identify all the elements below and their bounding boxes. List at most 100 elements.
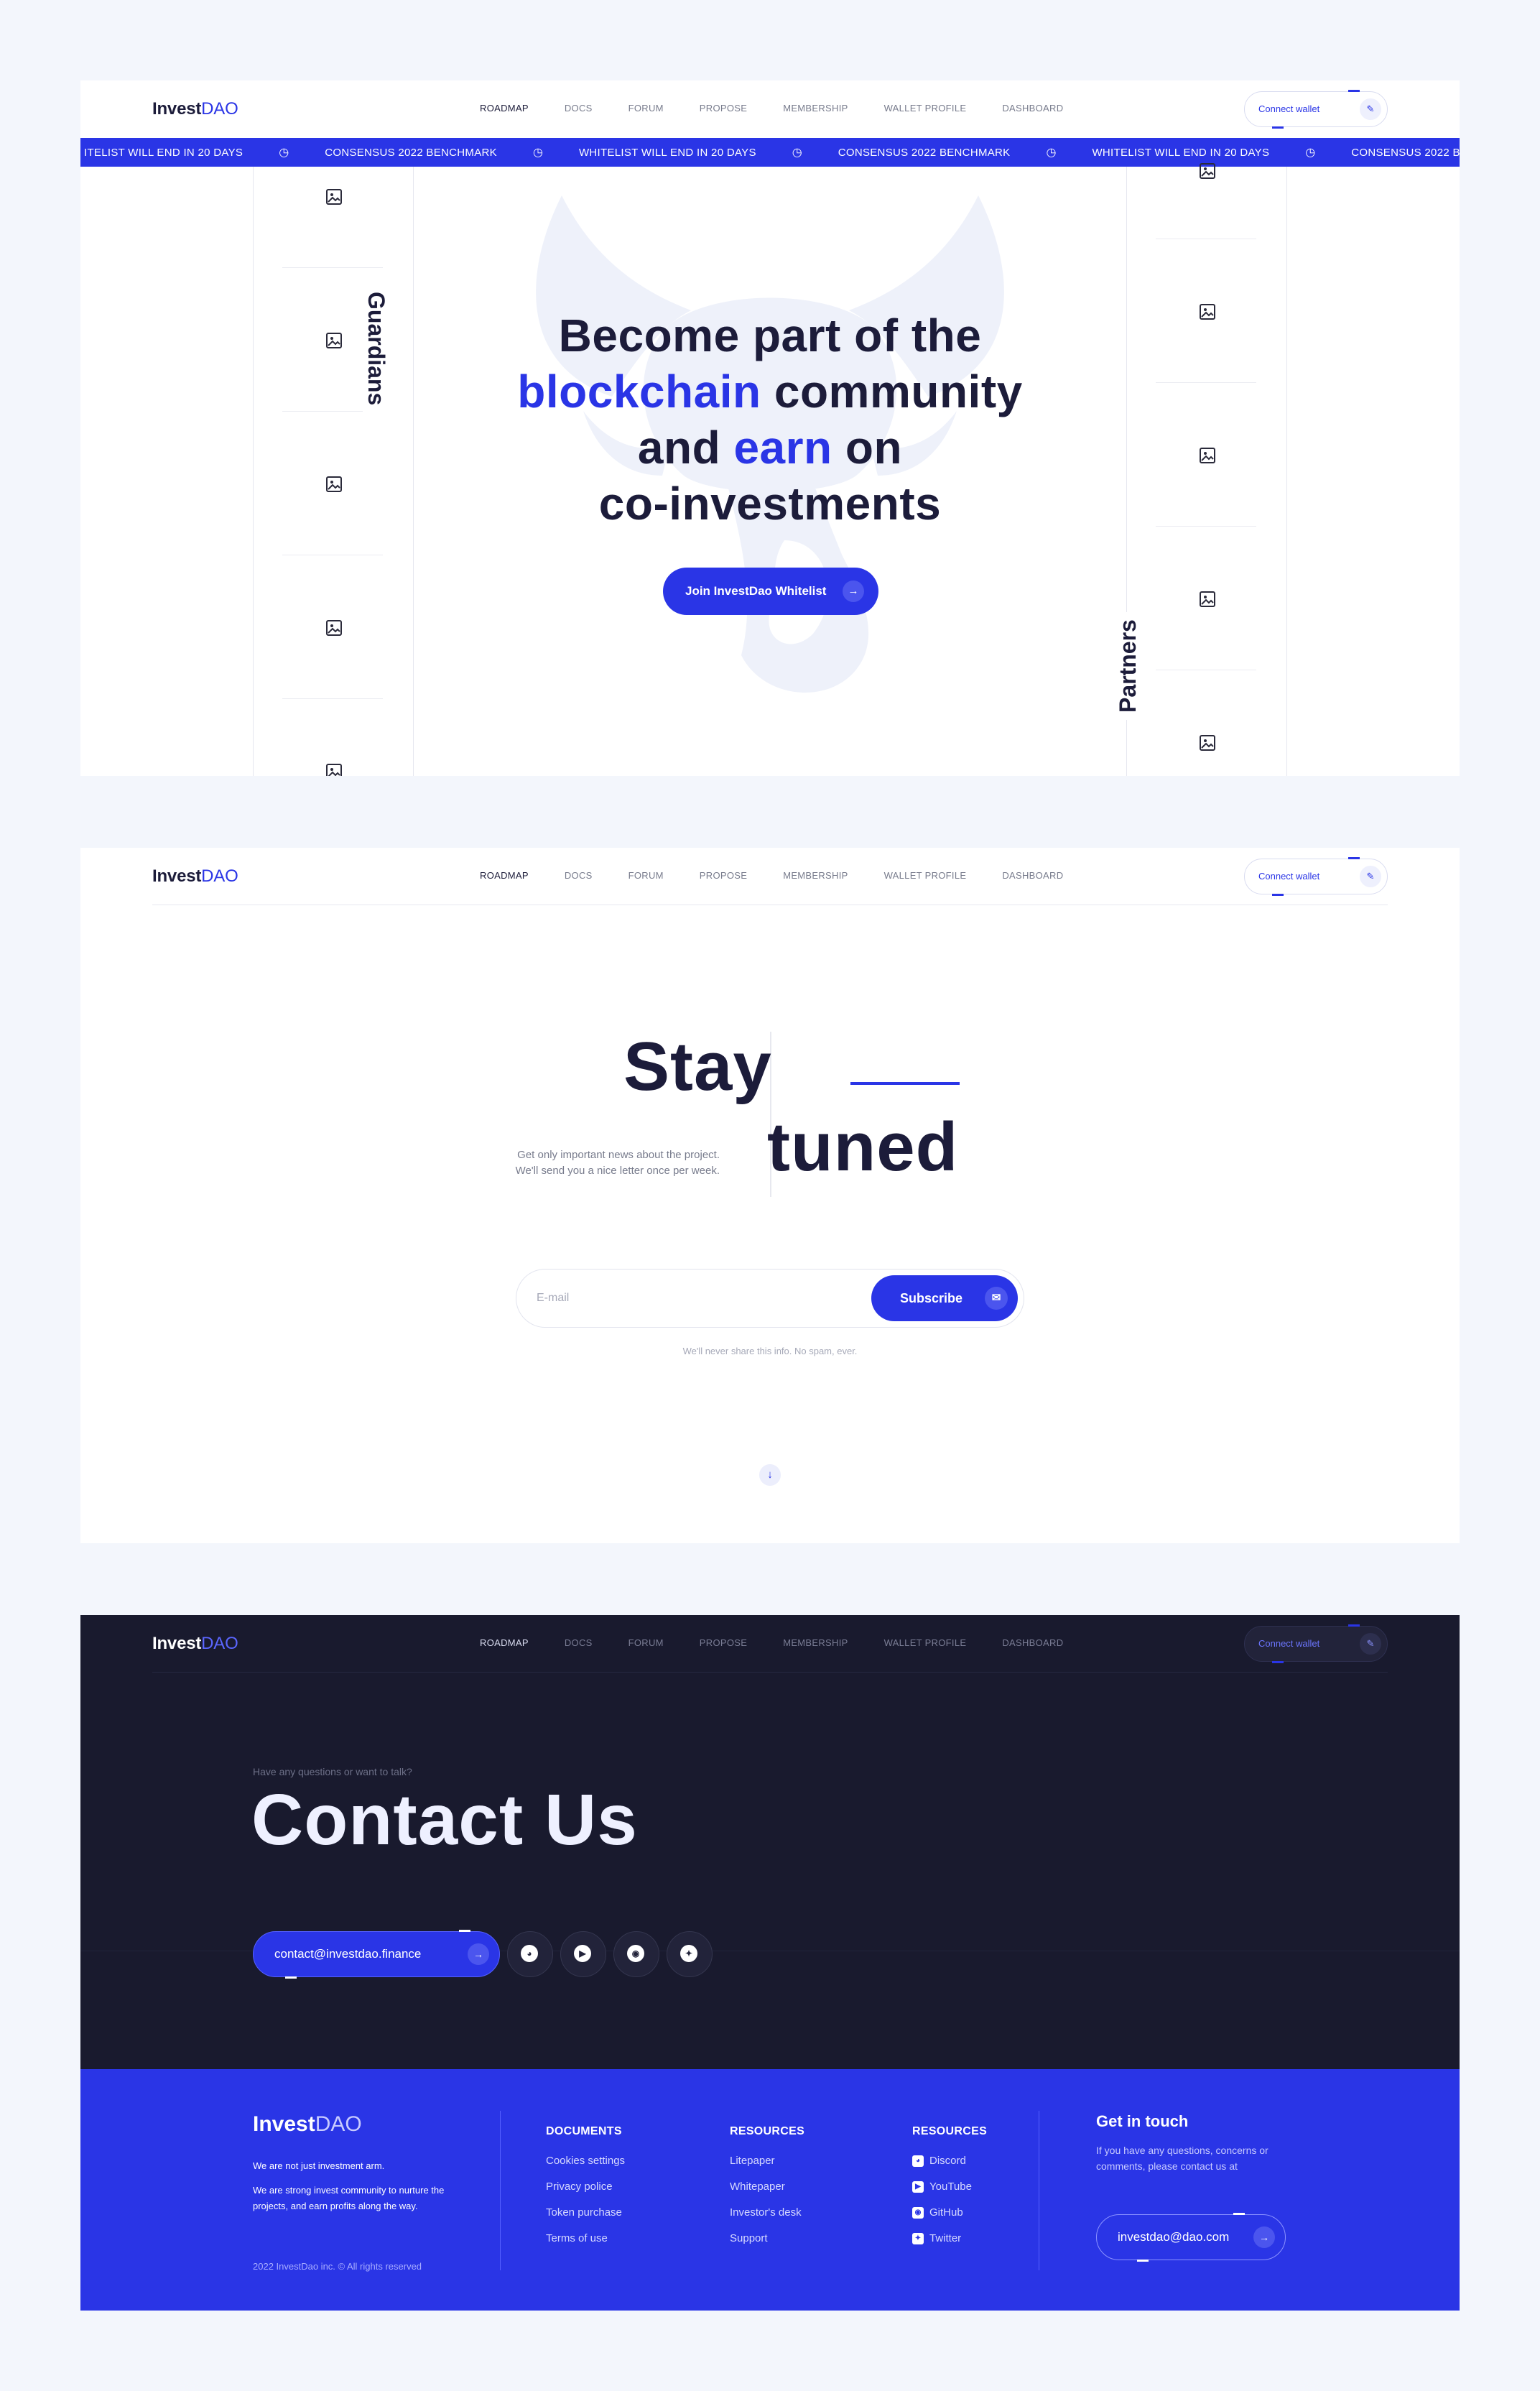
footer-email-button[interactable]: investdao@dao.com → [1096,2213,1286,2262]
footer-youtube-link[interactable]: ▶ YouTube [912,2174,987,2200]
image-placeholder-icon [1200,735,1215,751]
youtube-button[interactable]: ▶ [560,1931,606,1977]
hero-title: Become part of the blockchain community … [517,310,1023,529]
footer-tagline-1: We are not just investment arm. [253,2160,385,2171]
logo[interactable]: InvestDAO [152,1634,238,1654]
footer-divider [500,2111,501,2270]
newsletter-frame: InvestDAO ROADMAP DOCS FORUM PROPOSE MEM… [80,848,1460,1543]
accent-line [850,1082,960,1085]
footer-documents-column: DOCUMENTS Cookies settings Privacy polic… [546,2125,625,2252]
pen-icon: ✎ [1360,866,1381,887]
github-button[interactable]: ◉ [613,1931,659,1977]
contact-kicker: Have any questions or want to talk? [253,1766,412,1777]
image-placeholder-icon [326,189,342,205]
twitter-button[interactable]: ✦ [667,1931,713,1977]
guardians-column [253,167,414,776]
contact-email-label: contact@investdao.finance [274,1947,422,1961]
logo[interactable]: InvestDAO [152,866,238,887]
image-placeholder-icon [326,620,342,636]
top-nav: InvestDAO ROADMAP DOCS FORUM PROPOSE MEM… [80,848,1460,905]
nav-docs[interactable]: DOCS [565,103,593,114]
image-placeholder-icon [1200,304,1215,320]
footer-link[interactable]: Support [730,2226,804,2252]
nav-wallet-profile[interactable]: WALLET PROFILE [884,870,967,881]
scroll-down-icon[interactable]: ↓ [759,1464,781,1486]
connect-wallet-button[interactable]: Connect wallet ✎ [1244,1624,1388,1663]
twitter-icon: ✦ [680,1945,697,1962]
pen-icon: ✎ [1360,1633,1381,1655]
partners-column [1126,163,1287,776]
contact-email-button[interactable]: contact@investdao.finance → [253,1930,500,1979]
image-placeholder-icon [326,764,342,776]
connect-wallet-label: Connect wallet [1258,103,1320,114]
nav-propose[interactable]: PROPOSE [700,103,747,114]
nav-membership[interactable]: MEMBERSHIP [783,103,848,114]
arrow-right-icon: → [843,581,864,602]
subscribe-button[interactable]: Subscribe ✉ [871,1275,1018,1321]
timer-icon: ◷ [279,147,289,159]
footer-link[interactable]: Terms of use [546,2226,625,2252]
nav-roadmap[interactable]: ROADMAP [480,870,529,881]
get-in-touch-text: If you have any questions, concerns or c… [1096,2145,1268,2172]
github-icon: ◉ [627,1945,644,1962]
footer-link[interactable]: Investor's desk [730,2200,804,2226]
ticker-item: ITELIST WILL END IN 20 DAYS [84,146,243,159]
guardians-label: Guardians [363,285,389,413]
privacy-note: We'll never share this info. No spam, ev… [682,1346,858,1356]
discord-button[interactable]: ◕ [507,1931,553,1977]
connect-wallet-button[interactable]: Connect wallet ✎ [1244,857,1388,896]
logo[interactable]: InvestDAO [152,99,238,119]
nav-roadmap[interactable]: ROADMAP [480,103,529,114]
footer-link[interactable]: Litepaper [730,2148,804,2174]
image-placeholder-icon [326,476,342,492]
nav-forum[interactable]: FORUM [628,870,664,881]
nav-divider [152,1672,1388,1673]
footer-logo[interactable]: InvestDAO [253,2112,362,2137]
subscribe-label: Subscribe [900,1291,963,1305]
nav-docs[interactable]: DOCS [565,1637,593,1648]
nav-roadmap[interactable]: ROADMAP [480,1637,529,1648]
footer-link[interactable]: Cookies settings [546,2148,625,2174]
image-placeholder-icon [1200,591,1215,607]
nav-membership[interactable]: MEMBERSHIP [783,1637,848,1648]
footer-github-link[interactable]: ◉ GitHub [912,2200,987,2226]
top-nav: InvestDAO ROADMAP DOCS FORUM PROPOSE MEM… [80,1615,1460,1673]
contact-title: Contact Us [251,1780,638,1860]
nav-propose[interactable]: PROPOSE [700,870,747,881]
footer-twitter-link[interactable]: ✦ Twitter [912,2226,987,2252]
image-placeholder-icon [1200,163,1215,179]
twitter-icon: ✦ [912,2233,924,2244]
nav-forum[interactable]: FORUM [628,103,664,114]
main-menu: ROADMAP DOCS FORUM PROPOSE MEMBERSHIP WA… [480,1637,1063,1648]
email-input[interactable] [537,1288,838,1308]
top-nav: InvestDAO ROADMAP DOCS FORUM PROPOSE MEM… [80,80,1460,138]
footer-link[interactable]: Whitepaper [730,2174,804,2200]
footer-discord-link[interactable]: ◕ Discord [912,2148,987,2174]
nav-forum[interactable]: FORUM [628,1637,664,1648]
nav-wallet-profile[interactable]: WALLET PROFILE [884,103,967,114]
nav-dashboard[interactable]: DASHBOARD [1002,870,1063,881]
nav-docs[interactable]: DOCS [565,870,593,881]
nav-dashboard[interactable]: DASHBOARD [1002,1637,1063,1648]
nav-wallet-profile[interactable]: WALLET PROFILE [884,1637,967,1648]
ticker-item: WHITELIST WILL END IN 20 DAYS [1092,146,1270,159]
footer: InvestDAO We are not just investment arm… [80,2069,1460,2311]
nav-dashboard[interactable]: DASHBOARD [1002,103,1063,114]
tuned-title: tuned [767,1109,959,1185]
github-icon: ◉ [912,2207,924,2219]
stay-title: Stay [623,1028,772,1105]
footer-column-heading: DOCUMENTS [546,2125,622,2137]
hero-frame: InvestDAO ROADMAP DOCS FORUM PROPOSE MEM… [80,80,1460,776]
footer-link[interactable]: Privacy police [546,2174,625,2200]
footer-link[interactable]: Token purchase [546,2200,625,2226]
connect-wallet-label: Connect wallet [1258,871,1320,882]
nav-propose[interactable]: PROPOSE [700,1637,747,1648]
get-in-touch-heading: Get in touch [1096,2112,1189,2130]
join-whitelist-button[interactable]: Join InvestDao Whitelist → [663,568,878,615]
footer-email-label: investdao@dao.com [1118,2230,1230,2244]
arrow-right-icon: → [1253,2226,1275,2248]
image-placeholder-icon [326,333,342,348]
partners-label: Partners [1115,612,1141,720]
connect-wallet-button[interactable]: Connect wallet ✎ [1244,90,1388,129]
nav-membership[interactable]: MEMBERSHIP [783,870,848,881]
